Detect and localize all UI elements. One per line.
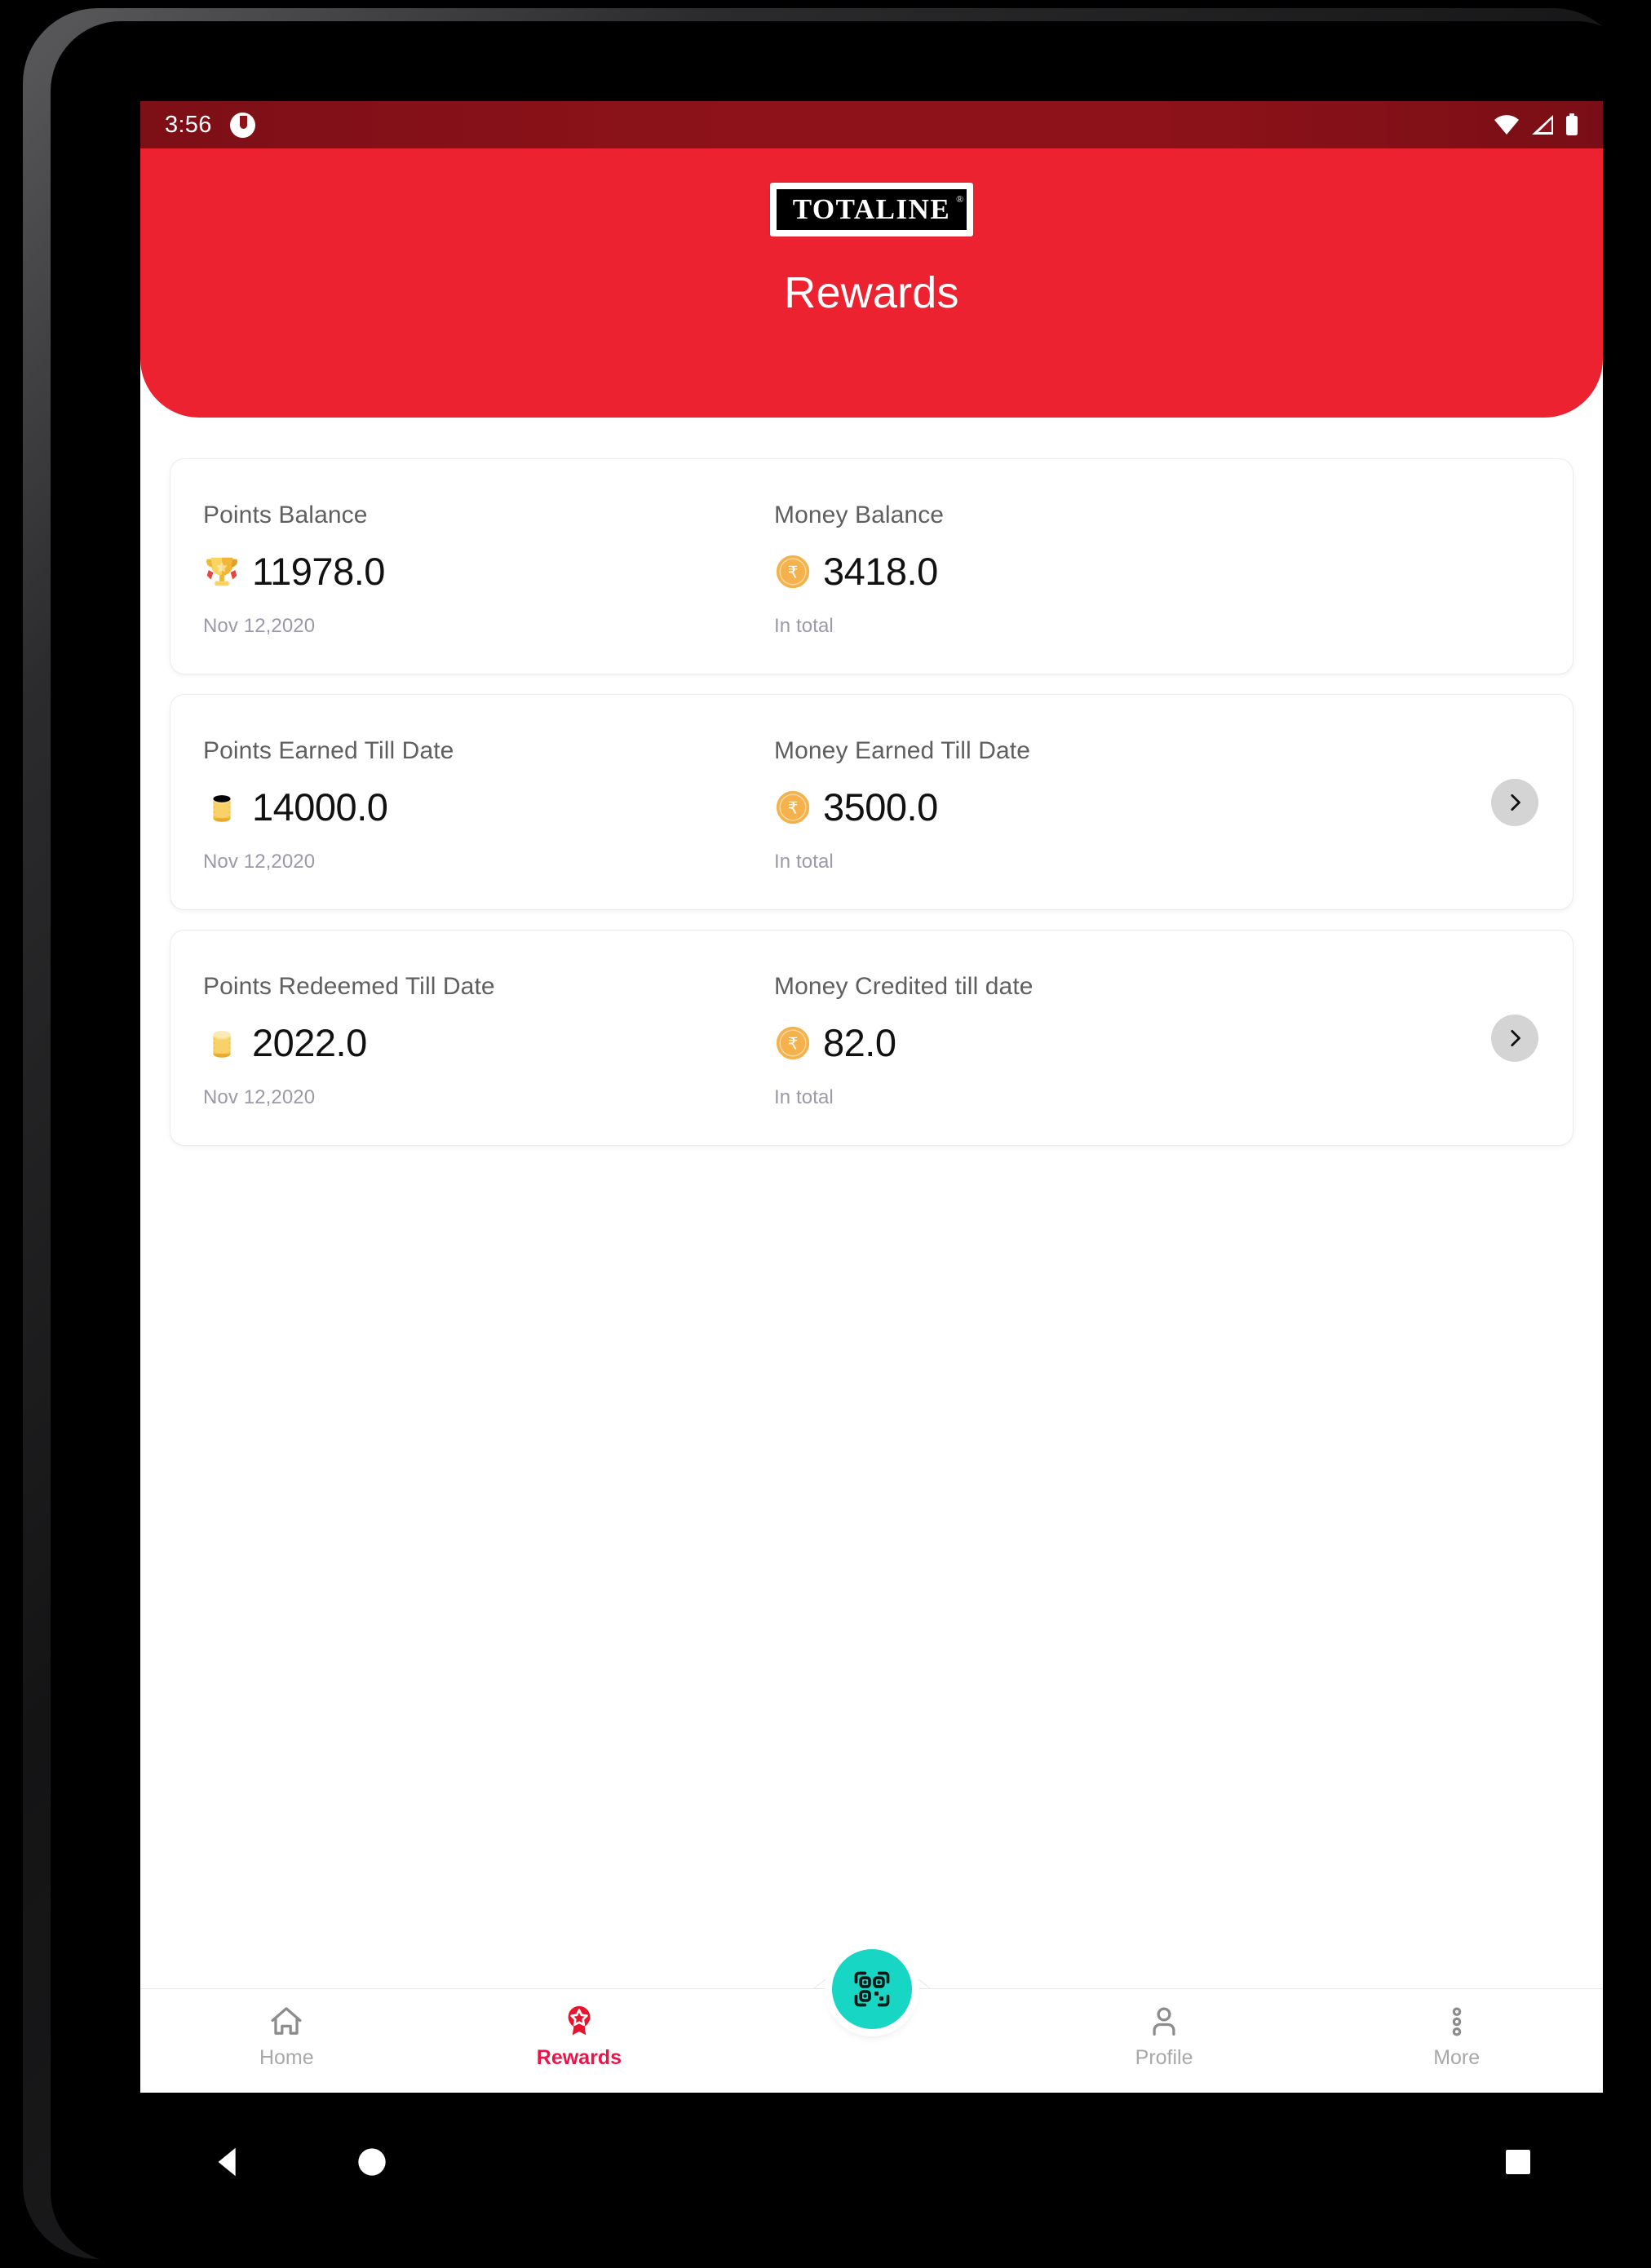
registered-trademark-icon: ® xyxy=(956,193,964,205)
battery-full-icon xyxy=(1566,113,1578,135)
status-bar-clock: 3:56 xyxy=(165,111,212,138)
stat-label: Points Redeemed Till Date xyxy=(203,973,495,1000)
stat-label: Money Balance xyxy=(774,502,945,528)
coin-stack-icon xyxy=(213,794,231,822)
svg-text:₹: ₹ xyxy=(788,562,799,581)
stat-subtext: Nov 12,2020 xyxy=(203,615,316,637)
nav-label: Profile xyxy=(1135,2046,1193,2069)
rupee-coin-icon: ₹ xyxy=(776,555,810,588)
page-title: Rewards xyxy=(784,268,959,317)
reward-badge-icon xyxy=(560,2002,598,2041)
svg-text:₹: ₹ xyxy=(788,798,799,817)
qr-scan-fab-button[interactable] xyxy=(831,1949,912,2029)
stat-subtext: Nov 12,2020 xyxy=(203,851,316,873)
android-system-navigation xyxy=(140,2093,1603,2231)
svg-text:₹: ₹ xyxy=(788,1033,799,1053)
recents-square-icon[interactable] xyxy=(1503,2147,1533,2177)
card-details-chevron-button[interactable] xyxy=(1491,778,1538,826)
nav-item-home[interactable]: Home xyxy=(140,1989,433,2070)
stat-value-row: ₹ 3418.0 xyxy=(774,552,1540,590)
stat-value-row: ₹ 3500.0 xyxy=(774,788,1540,826)
nav-item-more[interactable]: More xyxy=(1310,1989,1603,2070)
more-vertical-icon xyxy=(1438,2002,1476,2041)
status-bar-left-icons xyxy=(229,112,255,138)
stat-value: 3418.0 xyxy=(823,550,938,593)
nav-item-rewards[interactable]: Rewards xyxy=(433,1989,726,2070)
totaline-logo-box: TOTALINE ® xyxy=(773,187,970,232)
stat-subtext: In total xyxy=(774,1086,834,1108)
stat-value: 82.0 xyxy=(823,1021,896,1064)
stat-value: 3500.0 xyxy=(823,785,938,829)
totaline-logo-text: TOTALINE xyxy=(792,193,951,225)
stat-points-balance: Points Balance 11978.0 Nov 12,2020 xyxy=(203,502,774,638)
stat-value-row: 11978.0 xyxy=(203,552,774,590)
nav-label: Rewards xyxy=(536,2046,622,2069)
rewards-cards-list: Points Balance 11978.0 Nov 12,2020 Money… xyxy=(140,458,1603,1165)
stat-money-balance: Money Balance ₹ 3418.0 In total xyxy=(774,502,1540,638)
card-points-balance: Points Balance 11978.0 Nov 12,2020 Money… xyxy=(170,458,1574,674)
rupee-coin-icon: ₹ xyxy=(776,1026,810,1059)
stat-label: Points Earned Till Date xyxy=(203,737,454,764)
card-points-earned[interactable]: Points Earned Till Date 14000.0 Nov 12,2… xyxy=(170,694,1574,910)
stat-value-row: 2022.0 xyxy=(203,1023,774,1062)
home-icon xyxy=(268,2002,305,2041)
nav-item-profile[interactable]: Profile xyxy=(1018,1989,1311,2070)
app-screen: 3:56 TOTALINE ® Rewards Points Balance 1… xyxy=(140,101,1603,2093)
card-details-chevron-button[interactable] xyxy=(1491,1014,1538,1062)
stat-label: Money Earned Till Date xyxy=(774,737,1031,764)
trophy-icon xyxy=(206,557,237,586)
stat-subtext: In total xyxy=(774,851,834,873)
stat-subtext: In total xyxy=(774,615,834,637)
nav-label: More xyxy=(1433,2046,1481,2069)
stat-label: Points Balance xyxy=(203,502,368,528)
stat-money-earned-till-date: Money Earned Till Date ₹ 3500.0 In total xyxy=(774,737,1540,873)
stat-money-credited-till-date: Money Credited till date ₹ 82.0 In total xyxy=(774,973,1540,1109)
coin-stack-icon xyxy=(213,1030,231,1058)
status-bar: 3:56 xyxy=(140,101,1603,148)
totaline-logo: TOTALINE ® xyxy=(769,183,974,237)
back-triangle-icon[interactable] xyxy=(210,2143,248,2181)
home-circle-icon[interactable] xyxy=(356,2146,388,2178)
device-screen-bezel: 3:56 TOTALINE ® Rewards Points Balance 1… xyxy=(51,21,1646,2262)
stat-value: 2022.0 xyxy=(252,1021,367,1064)
stat-label: Money Credited till date xyxy=(774,973,1034,1000)
qr-code-scan-icon xyxy=(854,1971,889,2007)
stat-value-row: ₹ 82.0 xyxy=(774,1023,1540,1062)
rupee-coin-icon: ₹ xyxy=(776,790,810,824)
device-frame: 3:56 TOTALINE ® Rewards Points Balance 1… xyxy=(23,8,1646,2262)
stat-value: 11978.0 xyxy=(252,550,385,593)
stat-points-redeemed-till-date: Points Redeemed Till Date 2022.0 Nov 12,… xyxy=(203,973,774,1109)
app-header: TOTALINE ® Rewards xyxy=(140,148,1603,418)
cellular-signal-icon xyxy=(1532,115,1553,135)
stat-value-row: 14000.0 xyxy=(203,788,774,826)
nav-label: Home xyxy=(259,2046,314,2069)
circle-notification-icon xyxy=(229,112,255,138)
chevron-right-icon xyxy=(1511,794,1520,811)
stat-value: 14000.0 xyxy=(252,785,388,829)
stat-points-earned-till-date: Points Earned Till Date 14000.0 Nov 12,2… xyxy=(203,737,774,873)
stat-subtext: Nov 12,2020 xyxy=(203,1086,316,1108)
status-bar-right-icons xyxy=(1494,113,1578,136)
chevron-right-icon xyxy=(1511,1029,1520,1046)
person-icon xyxy=(1145,2002,1183,2041)
card-points-redeemed[interactable]: Points Redeemed Till Date 2022.0 Nov 12,… xyxy=(170,930,1574,1146)
wifi-icon xyxy=(1494,115,1519,135)
